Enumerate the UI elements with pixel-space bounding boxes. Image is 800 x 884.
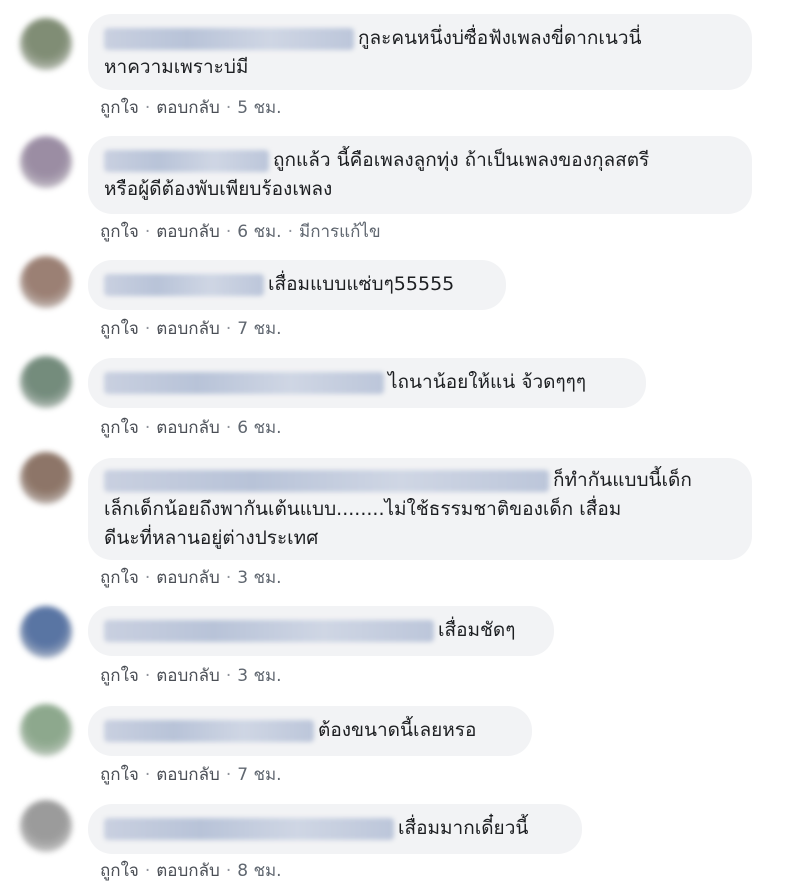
separator-dot: · (144, 765, 151, 785)
avatar[interactable] (20, 256, 72, 308)
comment-actions: ถูกใจ · ตอบกลับ · 8 ชม. (100, 857, 282, 884)
author-name-blurred[interactable] (104, 371, 384, 394)
separator-dot: · (225, 319, 232, 339)
comment-actions: ถูกใจ · ตอบกลับ · 6 ชม. · มีการแก้ไข (100, 218, 381, 245)
avatar[interactable] (20, 452, 72, 504)
comment-time[interactable]: 3 ชม. (237, 564, 281, 591)
separator-dot: · (144, 666, 151, 686)
like-link[interactable]: ถูกใจ (100, 315, 139, 342)
comment-actions: ถูกใจ · ตอบกลับ · 5 ชม. (100, 94, 282, 121)
avatar[interactable] (20, 704, 72, 756)
author-name-blurred[interactable] (104, 469, 549, 492)
comment-time[interactable]: 6 ชม. (237, 218, 281, 245)
reply-link[interactable]: ตอบกลับ (156, 414, 220, 441)
separator-dot: · (225, 98, 232, 118)
comment-time[interactable]: 7 ชม. (237, 761, 281, 788)
comment-text: เสื่อมมากเดี๋ยวนี้ (398, 817, 529, 839)
separator-dot: · (225, 765, 232, 785)
author-name-blurred[interactable] (104, 27, 354, 50)
comment-bubble: เสื่อมชัดๆ (88, 606, 554, 656)
comment-text: ไถนาน้อยให้แน่ จ้วดๆๆๆ (388, 371, 587, 393)
author-name-blurred[interactable] (104, 817, 394, 840)
comment-bubble: ก็ทำกันแบบนี้เด็ก เล็กเด็กน้อยถึงพากันเต… (88, 458, 752, 560)
comment-time[interactable]: 6 ชม. (237, 414, 281, 441)
avatar[interactable] (20, 606, 72, 658)
separator-dot: · (225, 568, 232, 588)
author-name-blurred[interactable] (104, 619, 434, 642)
avatar[interactable] (20, 18, 72, 70)
comment-time[interactable]: 8 ชม. (237, 857, 281, 884)
comment-actions: ถูกใจ · ตอบกลับ · 7 ชม. (100, 315, 282, 342)
avatar[interactable] (20, 356, 72, 408)
comment-text: ต้องขนาดนี้เลยหรอ (318, 719, 477, 741)
separator-dot: · (144, 568, 151, 588)
separator-dot: · (144, 861, 151, 881)
separator-dot: · (225, 666, 232, 686)
separator-dot: · (144, 98, 151, 118)
comment-bubble: ไถนาน้อยให้แน่ จ้วดๆๆๆ (88, 358, 646, 408)
comment-bubble: เสื่อมมากเดี๋ยวนี้ (88, 804, 582, 854)
comment-time[interactable]: 7 ชม. (237, 315, 281, 342)
comment-bubble: ต้องขนาดนี้เลยหรอ (88, 706, 532, 756)
separator-dot: · (144, 222, 151, 242)
like-link[interactable]: ถูกใจ (100, 857, 139, 884)
reply-link[interactable]: ตอบกลับ (156, 662, 220, 689)
comment-text: เสื่อมชัดๆ (438, 619, 516, 641)
reply-link[interactable]: ตอบกลับ (156, 94, 220, 121)
separator-dot: · (144, 319, 151, 339)
reply-link[interactable]: ตอบกลับ (156, 564, 220, 591)
comment-actions: ถูกใจ · ตอบกลับ · 7 ชม. (100, 761, 282, 788)
reply-link[interactable]: ตอบกลับ (156, 218, 220, 245)
like-link[interactable]: ถูกใจ (100, 414, 139, 441)
like-link[interactable]: ถูกใจ (100, 761, 139, 788)
comment-bubble: เสื่อมแบบแซ่บๆ55555 (88, 260, 506, 310)
like-link[interactable]: ถูกใจ (100, 94, 139, 121)
comment-actions: ถูกใจ · ตอบกลับ · 3 ชม. (100, 564, 282, 591)
comment-text: เสื่อมแบบแซ่บๆ55555 (268, 273, 455, 295)
separator-dot: · (225, 222, 232, 242)
comment-time[interactable]: 3 ชม. (237, 662, 281, 689)
comment-actions: ถูกใจ · ตอบกลับ · 3 ชม. (100, 662, 282, 689)
comment-bubble: กูละคนหนึ่งบ่ซื่อฟังเพลงขี่ดากเนวนี่ หาค… (88, 14, 752, 90)
author-name-blurred[interactable] (104, 149, 269, 172)
comment-feed: กูละคนหนึ่งบ่ซื่อฟังเพลงขี่ดากเนวนี่ หาค… (0, 0, 800, 881)
reply-link[interactable]: ตอบกลับ (156, 315, 220, 342)
separator-dot: · (225, 418, 232, 438)
reply-link[interactable]: ตอบกลับ (156, 761, 220, 788)
separator-dot: · (144, 418, 151, 438)
like-link[interactable]: ถูกใจ (100, 662, 139, 689)
comment-time[interactable]: 5 ชม. (237, 94, 281, 121)
reply-link[interactable]: ตอบกลับ (156, 857, 220, 884)
separator-dot: · (225, 861, 232, 881)
avatar[interactable] (20, 800, 72, 852)
like-link[interactable]: ถูกใจ (100, 564, 139, 591)
comment-bubble: ถูกแล้ว นี้คือเพลงลูกทุ่ง ถ้าเป็นเพลงของ… (88, 136, 752, 214)
comment-actions: ถูกใจ · ตอบกลับ · 6 ชม. (100, 414, 282, 441)
like-link[interactable]: ถูกใจ (100, 218, 139, 245)
edited-label[interactable]: มีการแก้ไข (299, 218, 381, 245)
separator-dot: · (287, 222, 293, 242)
author-name-blurred[interactable] (104, 273, 264, 296)
author-name-blurred[interactable] (104, 719, 314, 742)
avatar[interactable] (20, 136, 72, 188)
